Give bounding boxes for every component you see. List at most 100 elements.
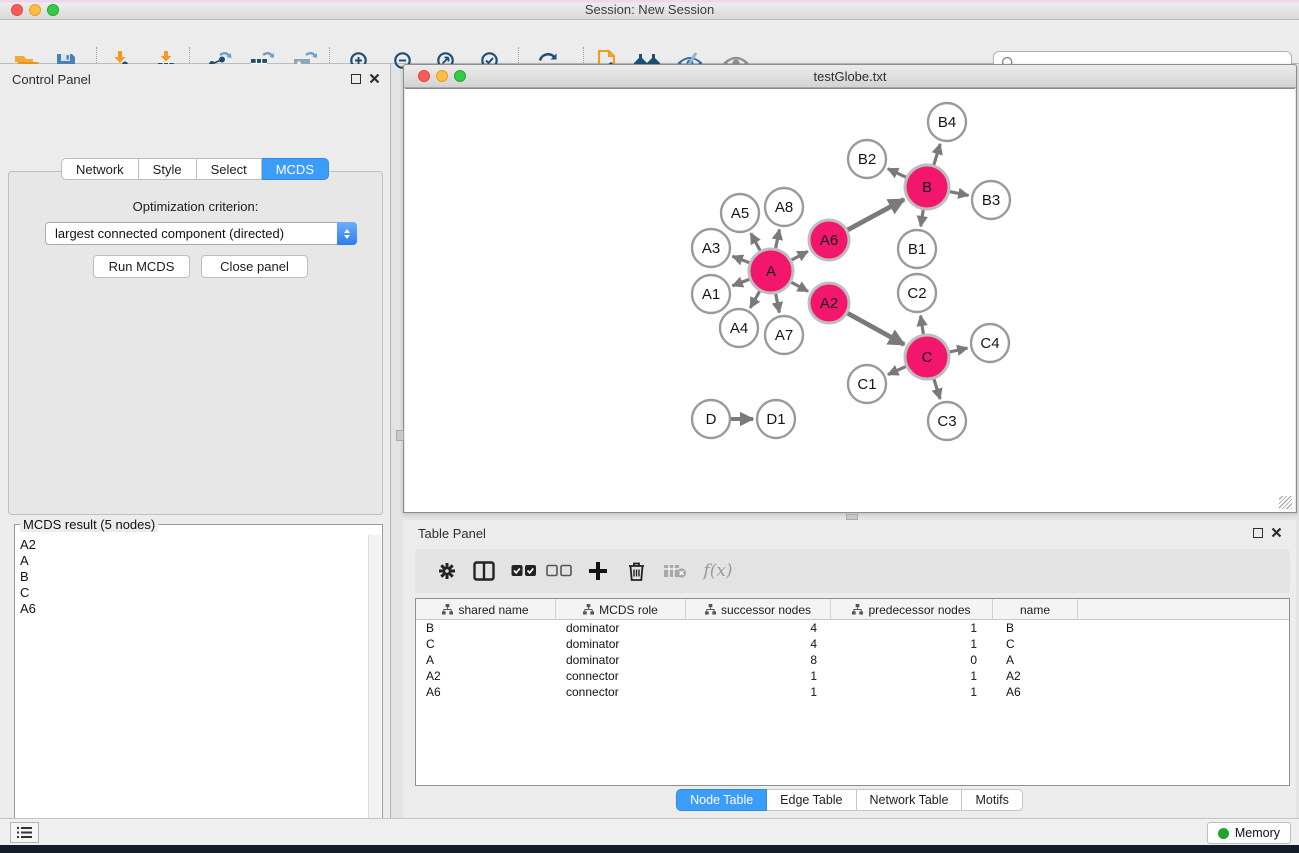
cell: 1 [831,684,993,700]
task-history-button[interactable] [10,822,39,843]
tab-node-table[interactable]: Node Table [676,789,767,811]
node-label-A3: A3 [702,240,720,257]
cell: 1 [686,668,831,684]
mcds-result-item[interactable]: A [20,553,366,569]
column-sort-icon [705,604,716,615]
table-panel: Table Panel f(x) shared nameMCDS rol [403,520,1296,818]
table-body: Bdominator41BCdominator41CAdominator80AA… [416,620,1289,700]
cell: 1 [831,636,993,652]
tab-motifs[interactable]: Motifs [962,789,1022,811]
network-window-titlebar[interactable]: testGlobe.txt [404,65,1296,88]
node-label-A1: A1 [702,286,720,303]
column-header-shared-name[interactable]: shared name [416,599,556,620]
edge-A-A5[interactable] [751,233,760,250]
list-icon [17,826,33,839]
table-settings-icon[interactable] [431,556,463,586]
node-label-B1: B1 [908,241,926,258]
tab-edge-table[interactable]: Edge Table [767,789,856,811]
delete-column-icon[interactable] [620,556,652,586]
node-label-B: B [922,179,932,196]
tab-style[interactable]: Style [139,158,197,180]
cell: A2 [993,668,1078,684]
mcds-result-item[interactable]: A2 [20,537,366,553]
close-panel-icon[interactable] [369,73,380,84]
edge-A6-B[interactable] [848,199,905,230]
edge-C-C4[interactable] [950,348,968,352]
function-builder-icon[interactable]: f(x) [696,556,740,586]
mcds-result-item[interactable]: A6 [20,601,366,617]
result-scrollbar[interactable] [368,535,381,853]
split-view-icon[interactable] [468,556,500,586]
edge-C-C3[interactable] [934,379,940,399]
tab-select[interactable]: Select [197,158,262,180]
run-mcds-button[interactable]: Run MCDS [93,255,190,278]
edge-B-B1[interactable] [921,210,924,227]
mcds-result-item[interactable]: C [20,585,366,601]
edge-A-A1[interactable] [733,279,750,286]
table-panel-title: Table Panel [418,526,486,541]
table-row[interactable]: Adominator80A [416,652,1289,668]
edge-B-B4[interactable] [934,144,940,165]
edge-A-A8[interactable] [776,230,780,249]
table-row[interactable]: Bdominator41B [416,620,1289,636]
table-toolbar: f(x) [415,549,1290,593]
edge-A-A6[interactable] [791,251,808,260]
node-attribute-table[interactable]: shared nameMCDS rolesuccessor nodesprede… [415,598,1290,786]
edge-A-A3[interactable] [733,256,750,263]
edge-A-A2[interactable] [791,282,808,291]
column-header-successor-nodes[interactable]: successor nodes [686,599,831,620]
table-row[interactable]: A2connector11A2 [416,668,1289,684]
cell: dominator [556,620,686,636]
optimization-criterion-select[interactable]: largest connected component (directed) [45,222,357,245]
vertical-splitter-handle[interactable] [396,430,404,441]
cell: dominator [556,636,686,652]
node-label-A5: A5 [731,205,749,222]
tab-network-table[interactable]: Network Table [857,789,963,811]
cell: A2 [416,668,556,684]
edge-B-B3[interactable] [950,192,969,196]
column-sort-icon [852,604,863,615]
column-header-predecessor-nodes[interactable]: predecessor nodes [831,599,993,620]
tab-mcds[interactable]: MCDS [262,158,329,180]
edge-C-C2[interactable] [921,316,924,335]
column-sort-icon [583,604,594,615]
mcds-result-list: A2ABCA6 [20,537,366,617]
deselect-all-icon[interactable] [543,556,575,586]
node-label-A8: A8 [775,199,793,216]
delete-table-icon[interactable] [659,556,691,586]
float-table-panel-icon[interactable] [1253,528,1263,538]
network-canvas[interactable]: B4B2BB3A8A5A6A3B1AA1C2A2A4A7C4CC1C3DD1 [405,88,1295,512]
status-bar: Memory [0,818,1299,845]
resize-grip[interactable] [1279,496,1292,509]
column-header-name[interactable]: name [993,599,1078,620]
tab-network[interactable]: Network [61,158,139,180]
close-table-panel-icon[interactable] [1271,527,1282,538]
float-panel-icon[interactable] [351,74,361,84]
node-label-C3: C3 [937,413,956,430]
edge-A2-C[interactable] [847,313,904,344]
edge-A-A7[interactable] [776,294,780,313]
control-panel-tabs: NetworkStyleSelectMCDS [0,158,390,180]
edge-A-A4[interactable] [750,291,759,308]
mcds-result-item[interactable]: B [20,569,366,585]
table-row[interactable]: A6connector11A6 [416,684,1289,700]
edge-B-B2[interactable] [888,169,906,178]
column-label: name [1020,603,1050,617]
cell: 0 [831,652,993,668]
node-label-B3: B3 [982,192,1000,209]
session-title: Session: New Session [0,2,1299,17]
node-label-A4: A4 [730,320,748,337]
edge-C-C1[interactable] [888,366,906,374]
close-panel-button[interactable]: Close panel [201,255,308,278]
select-all-icon[interactable] [508,556,540,586]
memory-label: Memory [1235,826,1280,840]
memory-status-icon [1218,828,1229,839]
selected-criterion: largest connected component (directed) [46,226,337,241]
table-header-row: shared nameMCDS rolesuccessor nodesprede… [416,599,1289,620]
table-row[interactable]: Cdominator41C [416,636,1289,652]
add-column-icon[interactable] [582,556,614,586]
memory-button[interactable]: Memory [1207,822,1291,844]
node-label-D1: D1 [766,411,785,428]
node-label-A2: A2 [820,295,838,312]
column-header-MCDS-role[interactable]: MCDS role [556,599,686,620]
